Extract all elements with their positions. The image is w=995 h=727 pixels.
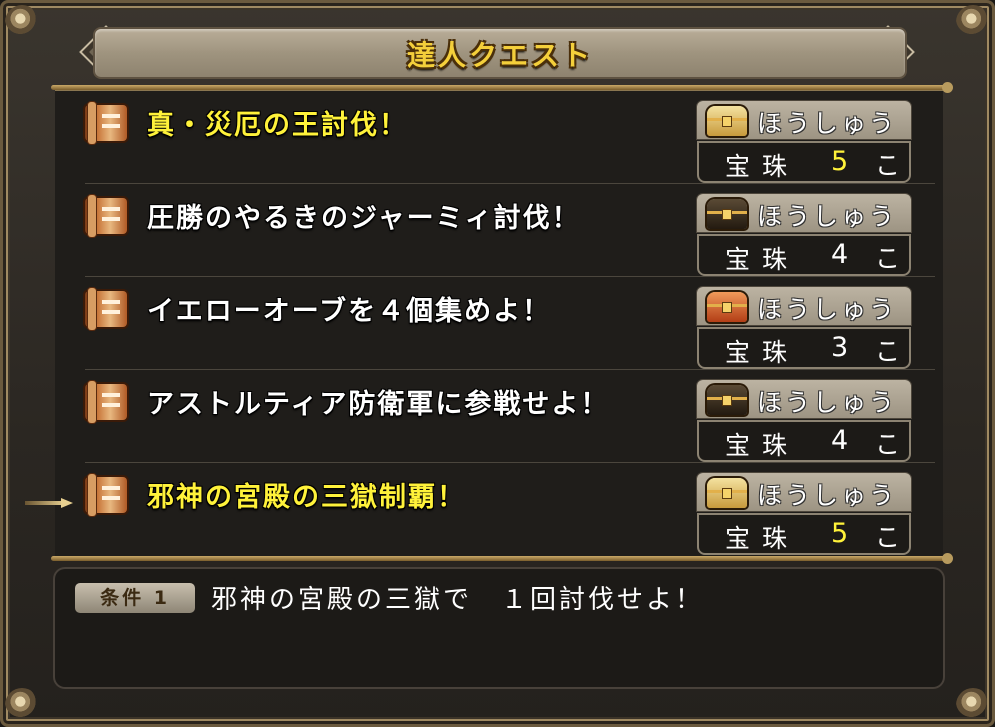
treasure-chest-icon [707, 199, 747, 229]
reward-item: 宝珠 [725, 152, 800, 181]
selection-cursor-icon [25, 498, 73, 508]
quest-row[interactable]: 圧勝のやるきのジャーミィ討伐！ ほうしゅう 宝珠 4 こ [81, 188, 941, 280]
reward-label: ほうしゅう [757, 481, 898, 510]
reward-item: 宝珠 [725, 524, 800, 553]
quest-row-selected[interactable]: 邪神の宮殿の三獄制覇！ ほうしゅう 宝珠 5 こ [81, 467, 941, 559]
reward-label: ほうしゅう [757, 388, 898, 417]
reward-box: ほうしゅう 宝珠 4 こ [697, 380, 911, 468]
reward-box: ほうしゅう 宝珠 5 こ [697, 473, 911, 561]
reward-box: ほうしゅう 宝珠 3 こ [697, 287, 911, 375]
reward-unit: こ [875, 430, 901, 459]
frame-corner-ornament [956, 5, 990, 39]
title-bar: 達人クエスト [95, 29, 905, 77]
reward-body: 宝珠 4 こ [697, 234, 911, 276]
reward-unit: こ [875, 244, 901, 273]
page-title: 達人クエスト [406, 39, 593, 72]
reward-unit: こ [875, 151, 901, 180]
treasure-chest-icon [707, 478, 747, 508]
reward-label: ほうしゅう [757, 202, 898, 231]
condition-panel: 条件 1 邪神の宮殿の三獄で １回討伐せよ！ [55, 569, 943, 687]
reward-body: 宝珠 4 こ [697, 420, 911, 462]
frame-corner-ornament [5, 5, 39, 39]
reward-header: ほうしゅう [697, 287, 911, 325]
quest-window: 達人クエスト 真・災厄の王討伐！ ほうしゅう 宝珠 5 こ 圧勝のやるきのジャー… [0, 0, 995, 727]
reward-header: ほうしゅう [697, 101, 911, 139]
quest-row[interactable]: 真・災厄の王討伐！ ほうしゅう 宝珠 5 こ [81, 95, 941, 187]
quest-row[interactable]: アストルティア防衛軍に参戦せよ！ ほうしゅう 宝珠 4 こ [81, 374, 941, 466]
reward-body: 宝珠 5 こ [697, 141, 911, 183]
quest-title: アストルティア防衛軍に参戦せよ！ [147, 389, 610, 420]
frame-corner-ornament [956, 688, 990, 722]
quest-row[interactable]: イエローオーブを４個集めよ！ ほうしゅう 宝珠 3 こ [81, 281, 941, 373]
treasure-chest-icon [707, 106, 747, 136]
reward-label: ほうしゅう [757, 295, 898, 324]
reward-item: 宝珠 [725, 245, 800, 274]
quest-title: 邪神の宮殿の三獄制覇！ [147, 482, 466, 513]
reward-count: 5 [831, 518, 849, 549]
scroll-icon [85, 195, 127, 237]
frame-corner-ornament [5, 688, 39, 722]
reward-count: 5 [831, 146, 849, 177]
reward-box: ほうしゅう 宝珠 4 こ [697, 194, 911, 282]
quest-title: イエローオーブを４個集めよ！ [147, 296, 552, 327]
quest-title: 圧勝のやるきのジャーミィ討伐！ [147, 203, 581, 234]
reward-unit: こ [875, 337, 901, 366]
list-top-rod [51, 82, 953, 93]
condition-badge: 条件 1 [75, 583, 195, 613]
scroll-icon [85, 381, 127, 423]
scroll-icon [85, 288, 127, 330]
reward-count: 4 [831, 425, 849, 456]
treasure-chest-icon [707, 292, 747, 322]
reward-label: ほうしゅう [757, 109, 898, 138]
reward-box: ほうしゅう 宝珠 5 こ [697, 101, 911, 189]
reward-header: ほうしゅう [697, 473, 911, 511]
reward-count: 4 [831, 239, 849, 270]
reward-header: ほうしゅう [697, 194, 911, 232]
reward-header: ほうしゅう [697, 380, 911, 418]
quest-title: 真・災厄の王討伐！ [147, 110, 408, 141]
reward-count: 3 [831, 332, 849, 363]
reward-item: 宝珠 [725, 431, 800, 460]
reward-item: 宝珠 [725, 338, 800, 367]
condition-text: 邪神の宮殿の三獄で １回討伐せよ！ [211, 585, 705, 615]
reward-body: 宝珠 5 こ [697, 513, 911, 555]
reward-unit: こ [875, 523, 901, 552]
scroll-icon [85, 102, 127, 144]
scroll-icon [85, 474, 127, 516]
reward-body: 宝珠 3 こ [697, 327, 911, 369]
treasure-chest-icon [707, 385, 747, 415]
